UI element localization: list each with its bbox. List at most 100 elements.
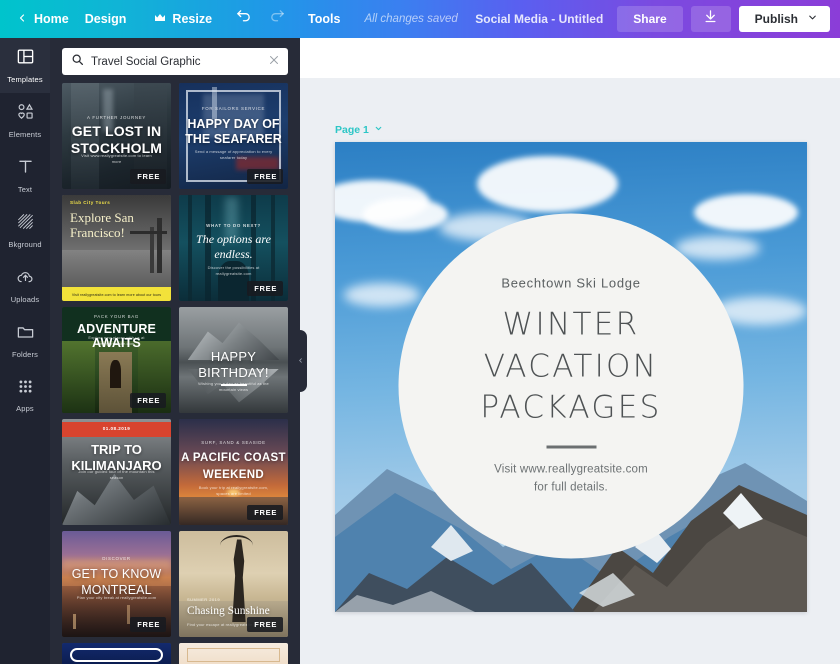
panel-collapse-handle[interactable] bbox=[293, 330, 307, 392]
template-card[interactable]: SUMMER 2019 Chasing Sunshine Find your e… bbox=[179, 531, 288, 637]
publish-button[interactable]: Publish bbox=[739, 6, 830, 32]
folders-icon bbox=[16, 322, 35, 346]
design-canvas[interactable]: Beechtown Ski Lodge WINTER VACATION PACK… bbox=[335, 142, 807, 612]
download-button[interactable] bbox=[691, 6, 731, 32]
template-title: The options are endless. bbox=[179, 232, 288, 261]
template-card[interactable]: SURF, SAND & SEASIDE A PACIFIC COAST WEE… bbox=[179, 419, 288, 525]
canvas-toolbar bbox=[300, 38, 840, 78]
sidebar-item-background[interactable]: Bkground bbox=[0, 203, 50, 258]
canvas-workspace[interactable]: Page 1 bbox=[300, 78, 840, 664]
design-button[interactable]: Design bbox=[71, 0, 141, 38]
sidebar-item-label: Text bbox=[18, 185, 32, 194]
resize-label: Resize bbox=[172, 12, 212, 26]
chevron-left-icon bbox=[16, 12, 28, 27]
page-label[interactable]: Page 1 bbox=[335, 124, 383, 136]
design-text-circle[interactable]: Beechtown Ski Lodge WINTER VACATION PACK… bbox=[399, 214, 744, 559]
publish-label: Publish bbox=[755, 12, 798, 26]
sidebar-item-label: Elements bbox=[9, 130, 41, 139]
headline-line-1: WINTER bbox=[503, 305, 640, 347]
template-title: HAPPY DAY OF THE SEAFARER bbox=[179, 117, 288, 148]
lodge-name: Beechtown Ski Lodge bbox=[501, 276, 640, 291]
template-card[interactable]: DISCOVER GET TO KNOW MONTREAL Plan your … bbox=[62, 531, 171, 637]
template-card[interactable]: PACK YOUR BAG ADVENTURE AWAITS Explore n… bbox=[62, 307, 171, 413]
sidebar-item-templates[interactable]: Templates bbox=[0, 38, 50, 93]
cloud-shape bbox=[344, 283, 420, 307]
document-title[interactable]: Social Media - Untitled bbox=[475, 12, 603, 26]
search-area bbox=[50, 38, 300, 83]
text-icon bbox=[16, 157, 35, 181]
visit-line-2: for full details. bbox=[534, 479, 608, 497]
free-badge: FREE bbox=[247, 281, 283, 296]
template-kicker: SUMMER 2019 bbox=[179, 597, 288, 602]
search-box[interactable] bbox=[62, 48, 288, 75]
free-badge: FREE bbox=[130, 169, 166, 184]
template-sub: Join our guided tour of the mountain thi… bbox=[62, 469, 171, 481]
save-status: All changes saved bbox=[354, 13, 457, 25]
template-card[interactable]: Slab City Tours Explore San Francisco! V… bbox=[62, 195, 171, 301]
template-card[interactable]: A FURTHER JOURNEY GET LOST IN STOCKHOLM … bbox=[62, 83, 171, 189]
home-button[interactable]: Home bbox=[0, 0, 71, 38]
sidebar-item-label: Apps bbox=[16, 404, 34, 413]
templates-icon bbox=[16, 47, 35, 71]
template-kicker: 01.08.2019 bbox=[62, 426, 171, 431]
sidebar-item-text[interactable]: Text bbox=[0, 148, 50, 203]
template-card[interactable]: WHAT TO DO NEXT? The options are endless… bbox=[179, 195, 288, 301]
search-input[interactable] bbox=[91, 56, 261, 68]
resize-button[interactable]: Resize bbox=[140, 0, 226, 38]
cloud-shape bbox=[694, 194, 798, 232]
sidebar-item-elements[interactable]: Elements bbox=[0, 93, 50, 148]
template-sub: Visit reallygreatsite.com to learn more … bbox=[62, 293, 171, 297]
chevron-left-icon bbox=[297, 352, 304, 370]
page-label-text: Page 1 bbox=[335, 124, 369, 136]
undo-icon bbox=[235, 8, 252, 30]
sidebar-item-label: Templates bbox=[7, 75, 43, 84]
template-sub: Book your trip at reallygreatsite.com, s… bbox=[179, 485, 288, 497]
sidebar-item-apps[interactable]: Apps bbox=[0, 368, 50, 423]
share-button[interactable]: Share bbox=[617, 6, 682, 32]
undo-button[interactable] bbox=[226, 0, 260, 38]
template-kicker: PACK YOUR BAG bbox=[62, 314, 171, 319]
top-toolbar-right: Social Media - Untitled Share Publish bbox=[475, 6, 840, 32]
template-card[interactable] bbox=[62, 643, 171, 664]
close-icon[interactable] bbox=[268, 53, 280, 71]
free-badge: FREE bbox=[130, 393, 166, 408]
template-kicker: FOR SAILORS SERVICE bbox=[179, 106, 288, 111]
template-sub: Discover the possibilities at reallygrea… bbox=[179, 265, 288, 277]
canva-editor-window: Home Design Resize bbox=[0, 0, 840, 664]
headline-line-3: PACKAGES bbox=[480, 388, 661, 430]
cloud-shape bbox=[675, 236, 760, 260]
template-kicker: WHAT TO DO NEXT? bbox=[179, 223, 288, 228]
chevron-down-icon bbox=[807, 12, 818, 26]
template-card[interactable]: 01.08.2019 TRIP TO KILIMANJARO Join our … bbox=[62, 419, 171, 525]
sidebar-item-uploads[interactable]: Uploads bbox=[0, 258, 50, 313]
background-icon bbox=[16, 212, 35, 236]
template-sub: Explore new places with us at reallygrea… bbox=[62, 335, 171, 347]
elements-icon bbox=[16, 102, 35, 126]
design-label: Design bbox=[85, 12, 127, 26]
download-icon bbox=[703, 9, 718, 29]
free-badge: FREE bbox=[247, 617, 283, 632]
left-nav-rail: Templates Elements Text Bkground bbox=[0, 38, 50, 664]
template-kicker: A FURTHER JOURNEY bbox=[62, 115, 171, 120]
template-sub: Wishing you a day as beautiful as the mo… bbox=[179, 381, 288, 393]
free-badge: FREE bbox=[247, 505, 283, 520]
sidebar-item-folders[interactable]: Folders bbox=[0, 313, 50, 368]
tools-button[interactable]: Tools bbox=[294, 0, 354, 38]
crown-icon bbox=[154, 12, 166, 26]
template-title: Chasing Sunshine bbox=[179, 605, 288, 617]
template-card[interactable]: FOR SAILORS SERVICE HAPPY DAY OF THE SEA… bbox=[179, 83, 288, 189]
top-toolbar-left: Home Design Resize bbox=[0, 0, 458, 38]
template-grid: A FURTHER JOURNEY GET LOST IN STOCKHOLM … bbox=[50, 83, 300, 664]
template-card[interactable] bbox=[179, 643, 288, 664]
template-sub: Plan your city break at reallygreatsite.… bbox=[62, 595, 171, 601]
home-label: Home bbox=[34, 12, 69, 26]
redo-button[interactable] bbox=[260, 0, 294, 38]
template-sub: Send a message of appreciation to every … bbox=[179, 149, 288, 161]
templates-panel: A FURTHER JOURNEY GET LOST IN STOCKHOLM … bbox=[50, 38, 300, 664]
headline-line-2: VACATION bbox=[484, 346, 659, 388]
template-card[interactable]: HAPPY BIRTHDAY! Wishing you a day as bea… bbox=[179, 307, 288, 413]
template-kicker: SURF, SAND & SEASIDE bbox=[179, 440, 288, 445]
sidebar-item-label: Bkground bbox=[8, 240, 41, 249]
search-icon bbox=[71, 53, 84, 71]
share-label: Share bbox=[633, 12, 666, 26]
